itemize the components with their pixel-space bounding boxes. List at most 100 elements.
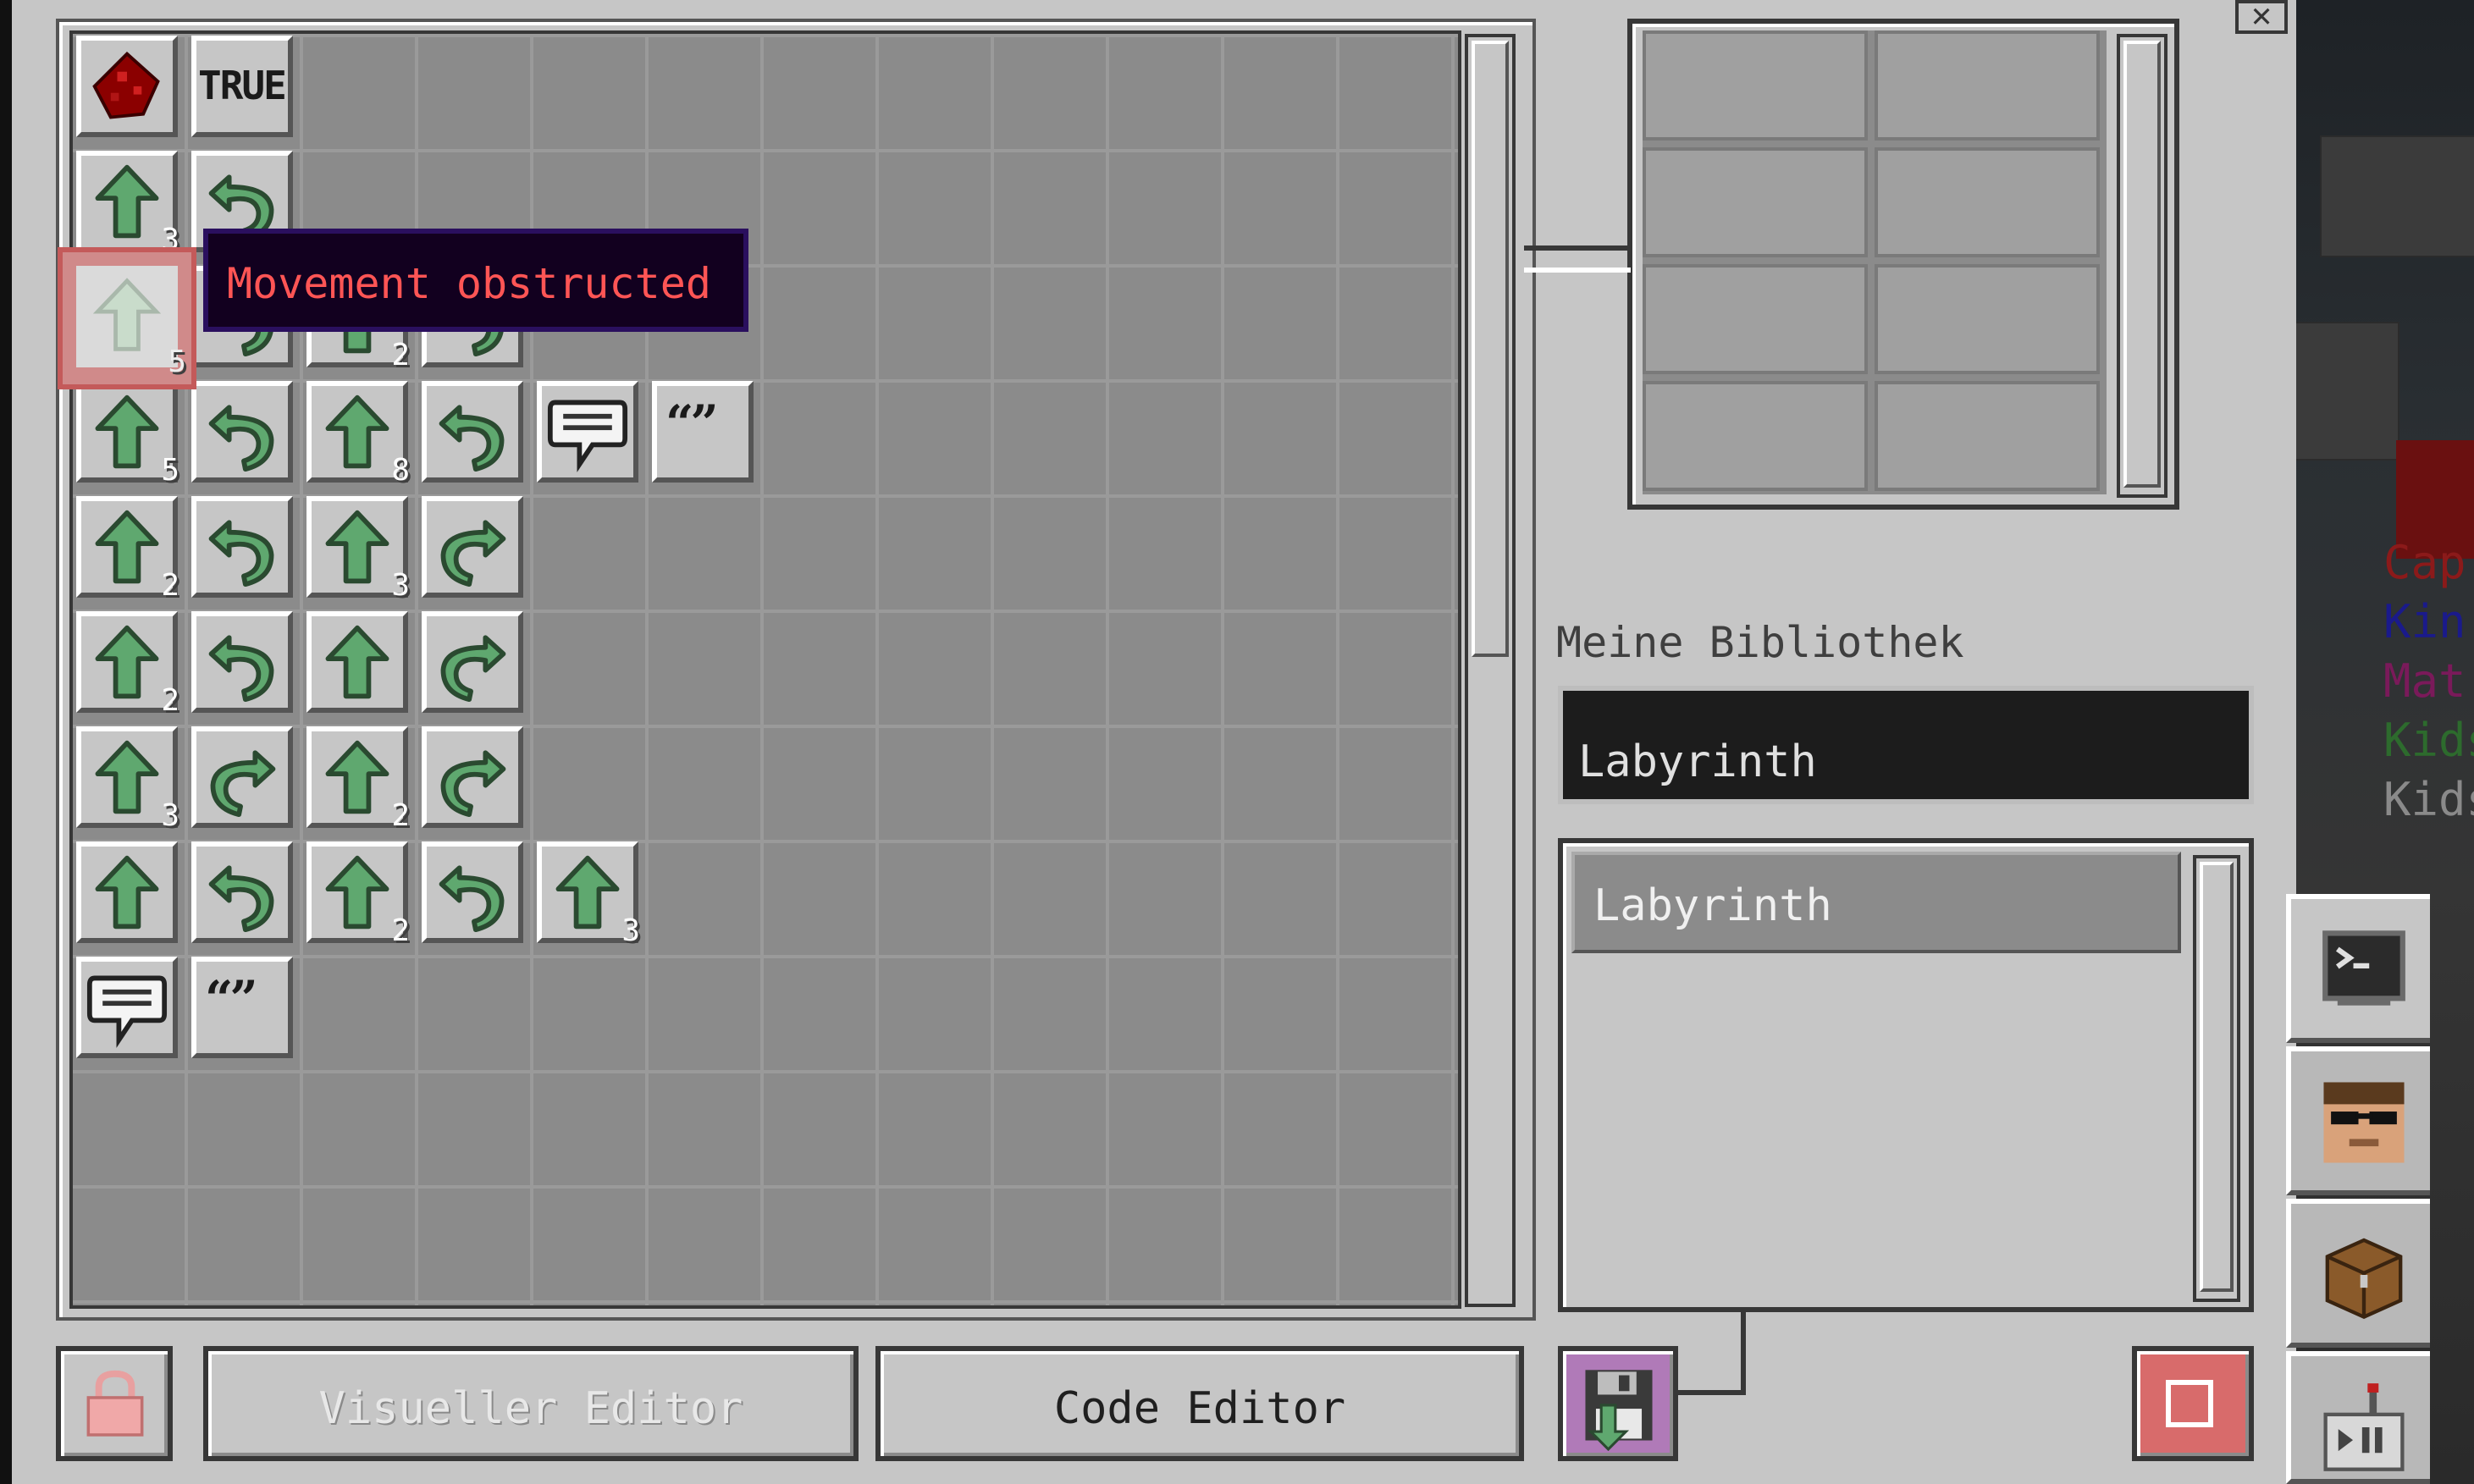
turn-left-icon [208, 405, 274, 472]
inventory-scroll-thumb[interactable] [2123, 41, 2161, 488]
turn-right-block[interactable] [191, 726, 293, 828]
inventory-slot[interactable] [1643, 30, 1868, 141]
string-block[interactable]: “” [652, 381, 754, 483]
block-count: 5 [168, 345, 186, 379]
say-block[interactable] [76, 957, 178, 1058]
turn-left-block[interactable] [422, 381, 523, 483]
move-forward-block[interactable]: 2 [306, 726, 410, 833]
move-forward-block[interactable]: 3 [76, 151, 179, 257]
move-forward-icon [325, 740, 389, 814]
move-forward-block[interactable]: 2 [76, 611, 179, 718]
inventory-slot[interactable] [1875, 147, 2100, 257]
inventory-slot[interactable] [1643, 147, 1868, 257]
obstructed-move-block[interactable]: 5 [58, 247, 196, 389]
move-forward-block[interactable]: 3 [76, 726, 179, 833]
library-title: Meine Bibliothek [1556, 618, 1964, 667]
turn-right-block[interactable] [422, 611, 523, 713]
remote-control-icon [2323, 1383, 2405, 1471]
stop-button[interactable] [2132, 1346, 2254, 1461]
move-forward-block[interactable] [76, 841, 178, 943]
chat-line: Kin [2383, 595, 2466, 648]
move-forward-block[interactable] [306, 611, 408, 713]
chat-line: Kids [2383, 714, 2474, 767]
speech-bubble-icon [86, 975, 168, 1048]
quote-icon: “” [665, 394, 719, 452]
move-forward-block[interactable]: 3 [537, 841, 640, 948]
inventory-slot[interactable] [1643, 381, 1868, 491]
block-count: 2 [391, 338, 410, 372]
panel-connector [1741, 1310, 1746, 1395]
move-forward-block[interactable]: 8 [306, 381, 410, 488]
tab-visual-editor[interactable]: Visueller Editor [203, 1346, 859, 1461]
turn-left-block[interactable] [191, 841, 293, 943]
block-count: 2 [161, 568, 179, 603]
block-count: 2 [391, 913, 410, 948]
tab-code-editor[interactable]: Code Editor [875, 1346, 1524, 1461]
move-forward-icon [95, 164, 159, 239]
library-scrollbar[interactable] [2193, 855, 2240, 1302]
inventory-scrollbar[interactable] [2117, 34, 2168, 498]
move-forward-block[interactable]: 5 [76, 381, 179, 488]
side-tab-terminal[interactable] [2286, 894, 2430, 1043]
turn-left-icon [439, 865, 505, 933]
library-scroll-thumb[interactable] [2200, 862, 2234, 1292]
turn-right-block[interactable] [422, 496, 523, 598]
move-forward-block[interactable]: 2 [306, 841, 410, 948]
save-to-library-button[interactable] [1558, 1346, 1678, 1461]
inventory-slot[interactable] [1643, 264, 1868, 374]
library-item[interactable]: Labyrinth [1571, 852, 2181, 953]
turn-right-block[interactable] [422, 726, 523, 828]
true-label: TRUE [198, 63, 287, 108]
turn-left-icon [208, 865, 274, 933]
turn-left-icon [208, 520, 274, 588]
turn-left-block[interactable] [191, 496, 293, 598]
library-search-input[interactable] [1558, 686, 2254, 804]
move-forward-icon [95, 394, 159, 469]
say-block[interactable] [537, 381, 638, 483]
true-block[interactable]: TRUE [191, 36, 293, 137]
turn-left-icon [208, 635, 274, 703]
redstone-block[interactable] [76, 36, 178, 137]
inventory-grid [1643, 30, 2107, 494]
chat-line: Mat [2383, 654, 2466, 708]
move-forward-block[interactable]: 2 [76, 496, 179, 603]
chest-icon [2325, 1238, 2403, 1320]
inventory-slot[interactable] [1875, 381, 2100, 491]
redstone-icon [92, 51, 160, 119]
block-count: 3 [391, 568, 410, 603]
move-forward-icon [92, 278, 162, 351]
player-face-icon [2323, 1082, 2405, 1163]
close-button[interactable]: ✕ [2235, 0, 2288, 34]
move-forward-icon [95, 855, 159, 930]
turn-right-icon [440, 635, 506, 703]
block-count: 8 [391, 453, 410, 488]
turn-right-icon [210, 750, 276, 818]
turn-right-icon [440, 750, 506, 818]
side-tab-player[interactable] [2286, 1046, 2430, 1195]
panel-connector [1675, 1390, 1746, 1395]
panel-connector [1524, 245, 1631, 251]
turn-left-block[interactable] [191, 381, 293, 483]
side-tab-remote[interactable] [2286, 1351, 2430, 1484]
grid-scroll-thumb[interactable] [1472, 41, 1509, 657]
string-block[interactable]: “” [191, 957, 293, 1058]
turn-left-block[interactable] [191, 611, 293, 713]
grid-scrollbar[interactable] [1465, 34, 1516, 1307]
lock-button[interactable] [56, 1346, 173, 1461]
floppy-download-icon [1585, 1370, 1653, 1451]
move-forward-block[interactable]: 3 [306, 496, 410, 603]
lock-icon [86, 1370, 144, 1437]
block-count: 2 [391, 798, 410, 833]
turn-right-icon [440, 520, 506, 588]
inventory-slot[interactable] [1875, 264, 2100, 374]
stop-icon [2166, 1380, 2213, 1427]
move-forward-icon [325, 510, 389, 584]
chat-line: Cap [2383, 536, 2466, 589]
move-forward-icon [325, 394, 389, 469]
block-count: 2 [161, 683, 179, 718]
side-tab-chest[interactable] [2286, 1199, 2430, 1348]
move-forward-icon [95, 625, 159, 699]
tab-visual-editor-label: Visueller Editor [318, 1383, 743, 1434]
inventory-slot[interactable] [1875, 30, 2100, 141]
turn-left-block[interactable] [422, 841, 523, 943]
